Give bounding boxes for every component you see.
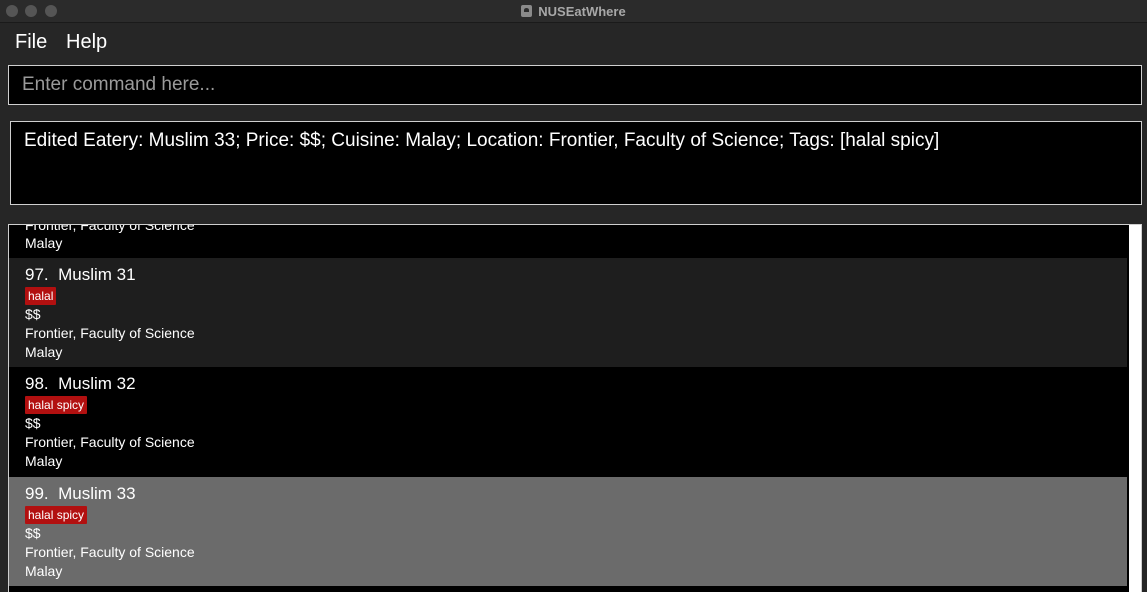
- eatery-cuisine: Malay: [25, 344, 63, 360]
- eatery-price: $$: [25, 415, 41, 431]
- menu-help[interactable]: Help: [66, 31, 107, 54]
- eatery-price: $$: [25, 525, 41, 541]
- app-icon: [521, 5, 533, 17]
- eatery-location: Frontier, Faculty of Science: [25, 544, 195, 560]
- eatery-price: $$: [25, 306, 41, 322]
- menu-bar: File Help: [0, 23, 1147, 61]
- tag-badge: halal: [25, 287, 57, 305]
- scrollbar[interactable]: [1129, 225, 1141, 592]
- eatery-name: Muslim 32: [58, 374, 136, 393]
- title-bar: NUSEatWhere: [0, 0, 1147, 23]
- eatery-title: 99. Muslim 33: [25, 484, 136, 504]
- eatery-list[interactable]: Frontier, Faculty of Science Malay 97. M…: [8, 224, 1142, 592]
- eatery-index: 97.: [25, 265, 49, 284]
- list-item-selected[interactable]: 99. Muslim 33 halal spicy $$ Frontier, F…: [9, 477, 1127, 586]
- window-title: NUSEatWhere: [538, 3, 626, 19]
- eatery-name: Muslim 33: [58, 484, 136, 503]
- eatery-cuisine: Malay: [25, 453, 63, 469]
- command-box: [8, 65, 1142, 105]
- tag-badge: halal spicy: [25, 506, 88, 524]
- eatery-location: Frontier, Faculty of Science: [25, 325, 195, 341]
- menu-file[interactable]: File: [15, 31, 47, 54]
- command-input[interactable]: [9, 66, 1141, 104]
- window-title-wrap: NUSEatWhere: [0, 0, 1147, 22]
- result-text: Edited Eatery: Muslim 33; Price: $$; Cui…: [24, 130, 940, 151]
- eatery-location: Frontier, Faculty of Science: [25, 434, 195, 450]
- list-item[interactable]: Frontier, Faculty of Science Malay: [9, 224, 1127, 258]
- eatery-index: 98.: [25, 374, 49, 393]
- tag-badge: halal spicy: [25, 396, 88, 414]
- eatery-title: 97. Muslim 31: [25, 265, 136, 285]
- eatery-index: 99.: [25, 484, 49, 503]
- result-display: Edited Eatery: Muslim 33; Price: $$; Cui…: [10, 121, 1142, 205]
- eatery-location: Frontier, Faculty of Science: [25, 224, 195, 233]
- list-item[interactable]: 97. Muslim 31 halal $$ Frontier, Faculty…: [9, 258, 1127, 367]
- list-item[interactable]: 98. Muslim 32 halal spicy $$ Frontier, F…: [9, 367, 1127, 477]
- eatery-cuisine: Malay: [25, 235, 63, 251]
- eatery-title: 98. Muslim 32: [25, 374, 136, 394]
- eatery-name: Muslim 31: [58, 265, 136, 284]
- eatery-cuisine: Malay: [25, 563, 63, 579]
